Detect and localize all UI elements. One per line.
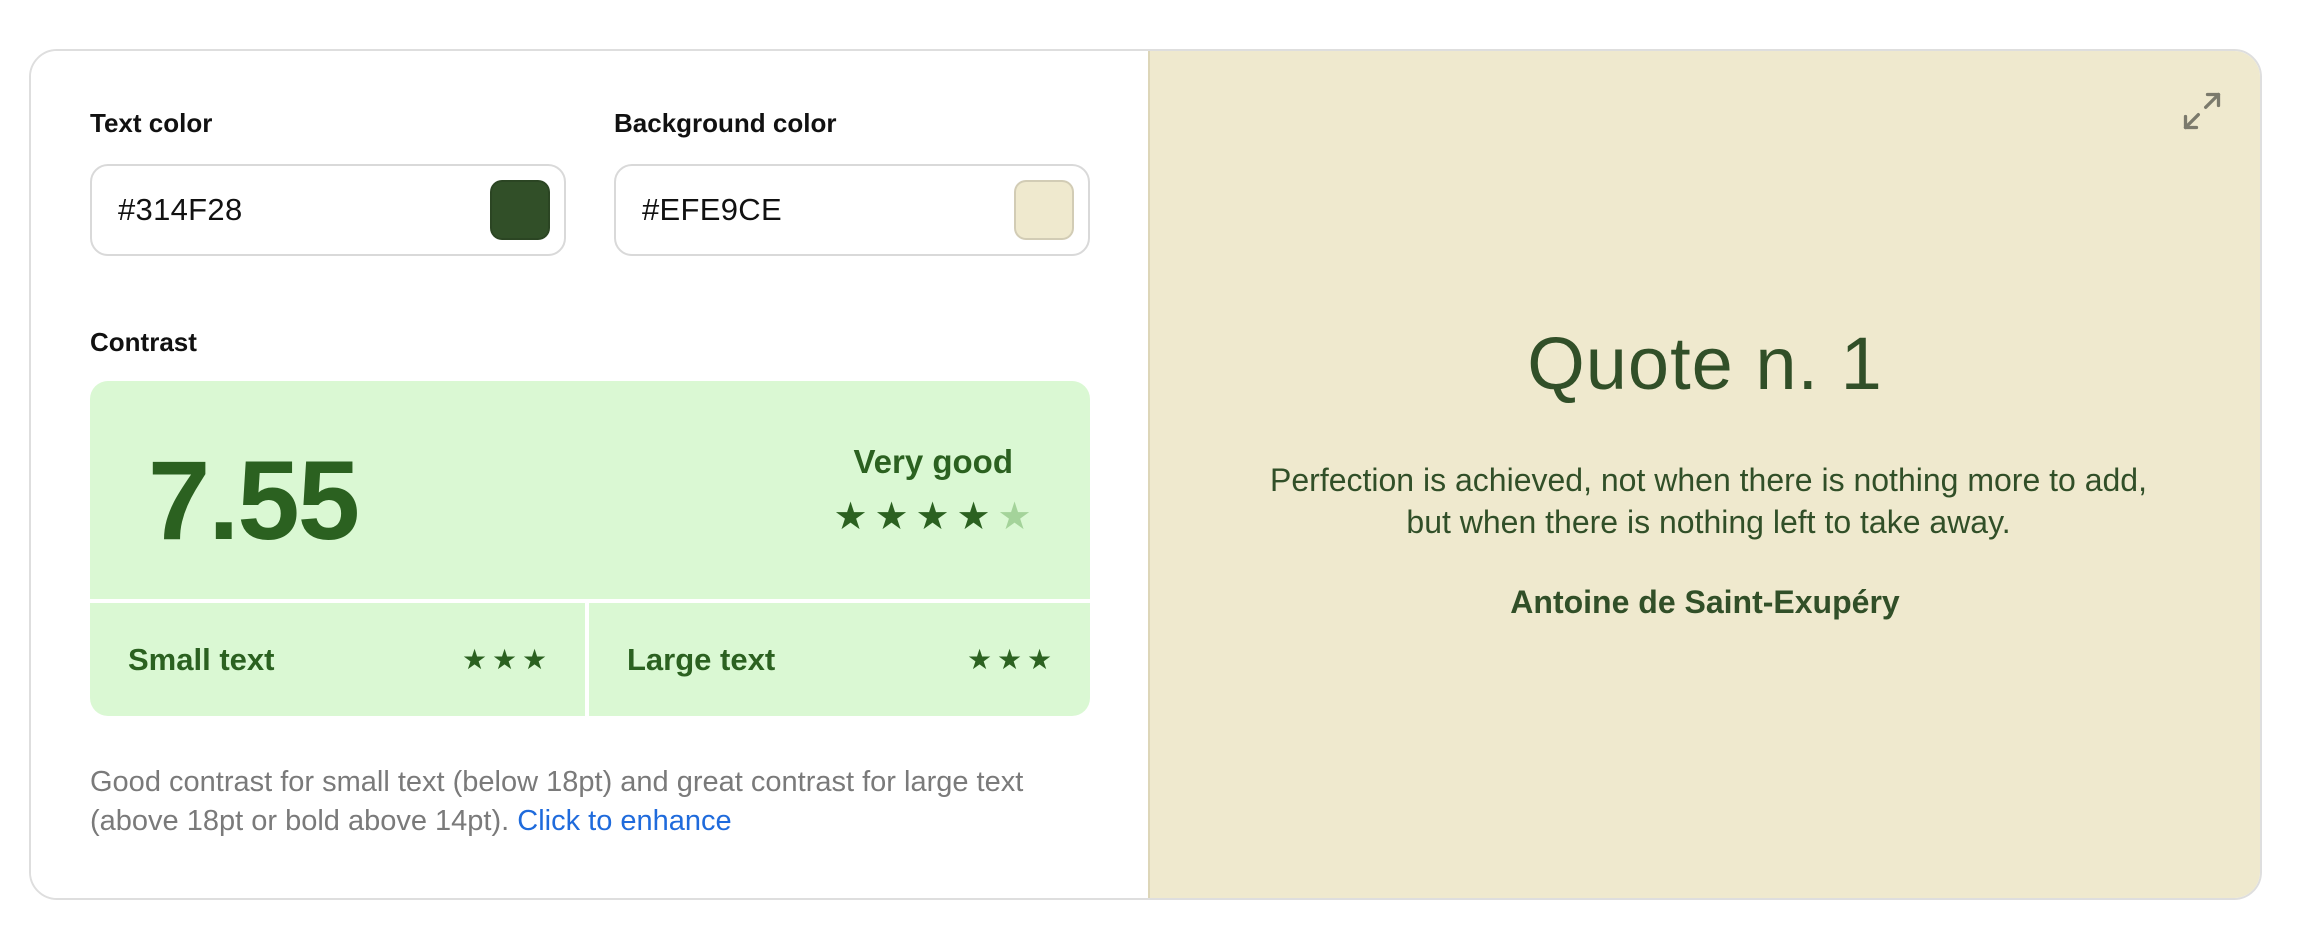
large-text-stars: ★ ★ ★ (967, 603, 1052, 716)
large-text-rating: Large text ★ ★ ★ (589, 603, 1090, 716)
contrast-rating: Very good (853, 443, 1013, 480)
contrast-rating-stars: ★ ★ ★ ★ ★ (833, 498, 1032, 536)
star-filled-icon: ★ (956, 496, 991, 538)
text-color-swatch[interactable] (490, 180, 550, 240)
text-color-value[interactable]: #314F28 (118, 166, 242, 254)
text-color-label: Text color (90, 108, 213, 138)
preview-panel: Quote n. 1 Perfection is achieved, not w… (1148, 51, 2260, 898)
quote-text: Perfection is achieved, not when there i… (1270, 462, 2147, 540)
contrast-result: 7.55 Very good ★ ★ ★ ★ ★ Small text ★ ★ ★ Larg… (90, 381, 1090, 716)
expand-icon[interactable] (2180, 89, 2224, 133)
background-color-value[interactable]: #EFE9CE (642, 166, 782, 254)
star-filled-icon: ★ (522, 643, 548, 675)
star-filled-icon: ★ (915, 496, 950, 538)
small-text-stars: ★ ★ ★ (462, 603, 547, 716)
background-color-label: Background color (614, 108, 837, 138)
contrast-checker-card: Text color #314F28 Background color #EFE… (29, 49, 2262, 900)
background-color-input[interactable]: #EFE9CE (614, 164, 1090, 256)
background-color-swatch[interactable] (1014, 180, 1074, 240)
contrast-label: Contrast (90, 327, 197, 357)
large-text-label: Large text (627, 641, 776, 677)
star-filled-icon: ★ (492, 643, 518, 675)
star-empty-icon: ★ (997, 496, 1032, 538)
star-filled-icon: ★ (874, 496, 909, 538)
contrast-score-area: 7.55 Very good ★ ★ ★ ★ ★ (90, 381, 1090, 599)
contrast-ratio: 7.55 (148, 438, 360, 563)
star-filled-icon: ★ (1027, 643, 1053, 675)
text-color-input[interactable]: #314F28 (90, 164, 566, 256)
quote-author: Antoine de Saint-Exupéry (1510, 584, 1900, 620)
small-text-label: Small text (128, 641, 275, 677)
star-filled-icon: ★ (967, 643, 993, 675)
small-text-rating: Small text ★ ★ ★ (90, 603, 585, 716)
settings-panel: Text color #314F28 Background color #EFE… (31, 51, 1148, 898)
enhance-link[interactable]: Click to enhance (517, 805, 731, 837)
contrast-description: Good contrast for small text (below 18pt… (90, 763, 1100, 841)
quote-title: Quote n. 1 (1527, 322, 1883, 405)
star-filled-icon: ★ (462, 643, 488, 675)
star-filled-icon: ★ (997, 643, 1023, 675)
star-filled-icon: ★ (833, 496, 868, 538)
